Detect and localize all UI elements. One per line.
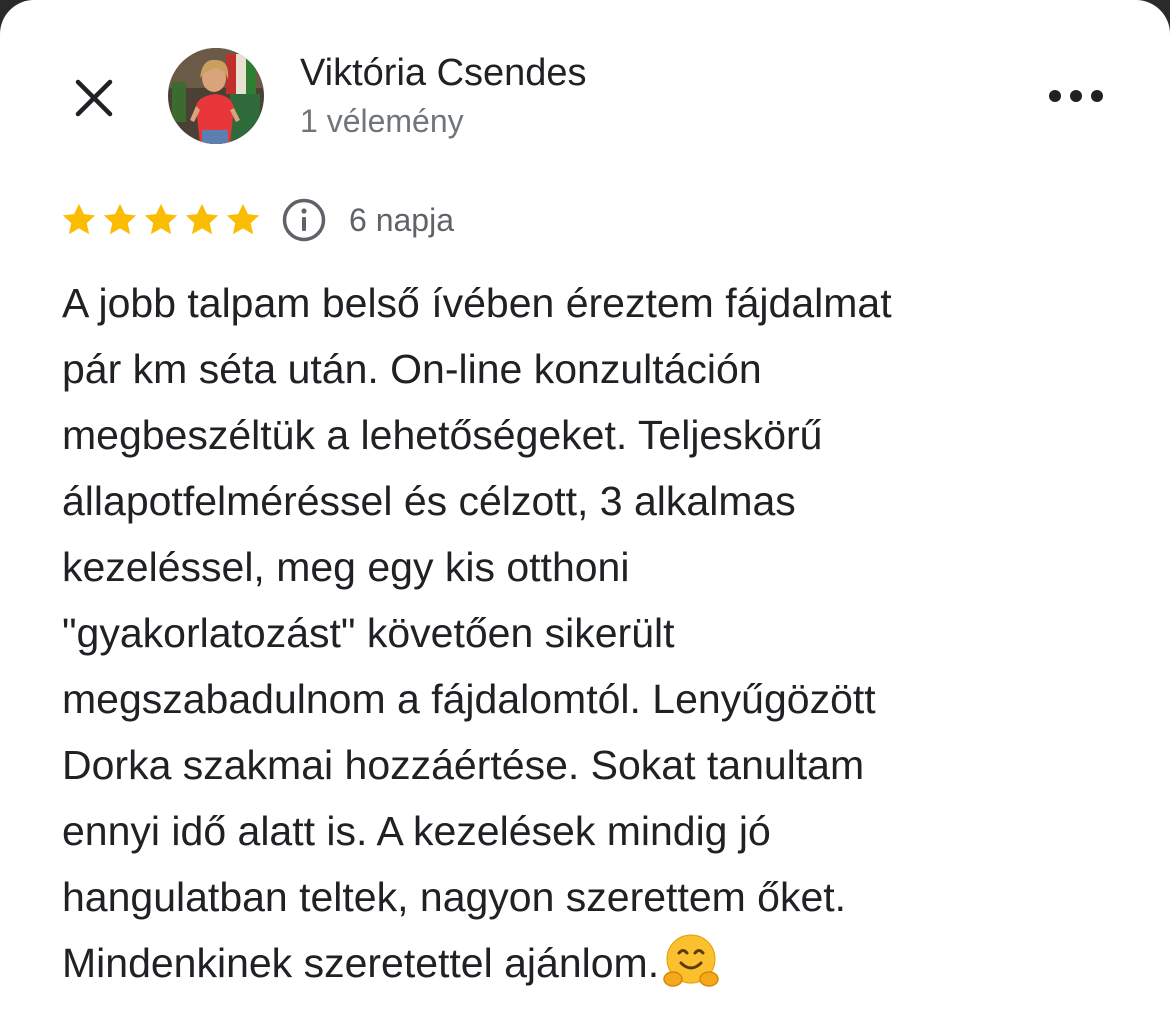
info-button[interactable]	[279, 195, 329, 245]
author-review-count: 1 vélemény	[300, 103, 464, 139]
review-text-line: Dorka szakmai hozzáértése. Sokat tanulta…	[62, 742, 865, 788]
review-text-line: Mindenkinek szeretettel ajánlom.	[62, 930, 1122, 996]
star-icon	[62, 203, 96, 235]
review-text-line: állapotfelméréssel és célzott, 3 alkalma…	[62, 478, 796, 524]
review-text-line-content: Mindenkinek szeretettel ajánlom.	[62, 940, 660, 986]
rating-row: 6 napja	[60, 194, 454, 246]
star-rating	[60, 201, 265, 239]
review-sheet: Viktória Csendes 1 vélemény 6 napja A jo…	[0, 0, 1170, 1012]
author-name[interactable]: Viktória Csendes	[300, 50, 587, 96]
avatar[interactable]	[168, 48, 264, 144]
review-text: A jobb talpam belső ívében éreztem fájda…	[62, 270, 1122, 996]
info-icon	[282, 198, 326, 242]
review-text-line: kezeléssel, meg egy kis otthoni	[62, 544, 630, 590]
star-icon	[103, 203, 137, 235]
star-icon	[185, 203, 219, 235]
star-icon	[226, 203, 260, 235]
hugging-face-emoji-icon	[663, 934, 719, 987]
review-text-line: megszabadulnom a fájdalomtól. Lenyűgözöt…	[62, 676, 876, 722]
review-text-line: megbeszéltük a lehetőségeket. Teljeskörű	[62, 412, 823, 458]
review-text-line: A jobb talpam belső ívében éreztem fájda…	[62, 280, 892, 326]
review-date: 6 napja	[349, 201, 454, 238]
close-icon	[75, 79, 113, 117]
star-icon	[144, 203, 178, 235]
more-icon	[1049, 90, 1103, 102]
close-button[interactable]	[66, 70, 122, 126]
review-text-line: ennyi idő alatt is. A kezelések mindig j…	[62, 808, 771, 854]
more-options-button[interactable]	[1040, 76, 1112, 116]
review-text-line: pár km séta után. On-line konzultáción	[62, 346, 762, 392]
review-text-line: hangulatban teltek, nagyon szerettem őke…	[62, 874, 847, 920]
review-text-line: "gyakorlatozást" követően sikerült	[62, 610, 675, 656]
